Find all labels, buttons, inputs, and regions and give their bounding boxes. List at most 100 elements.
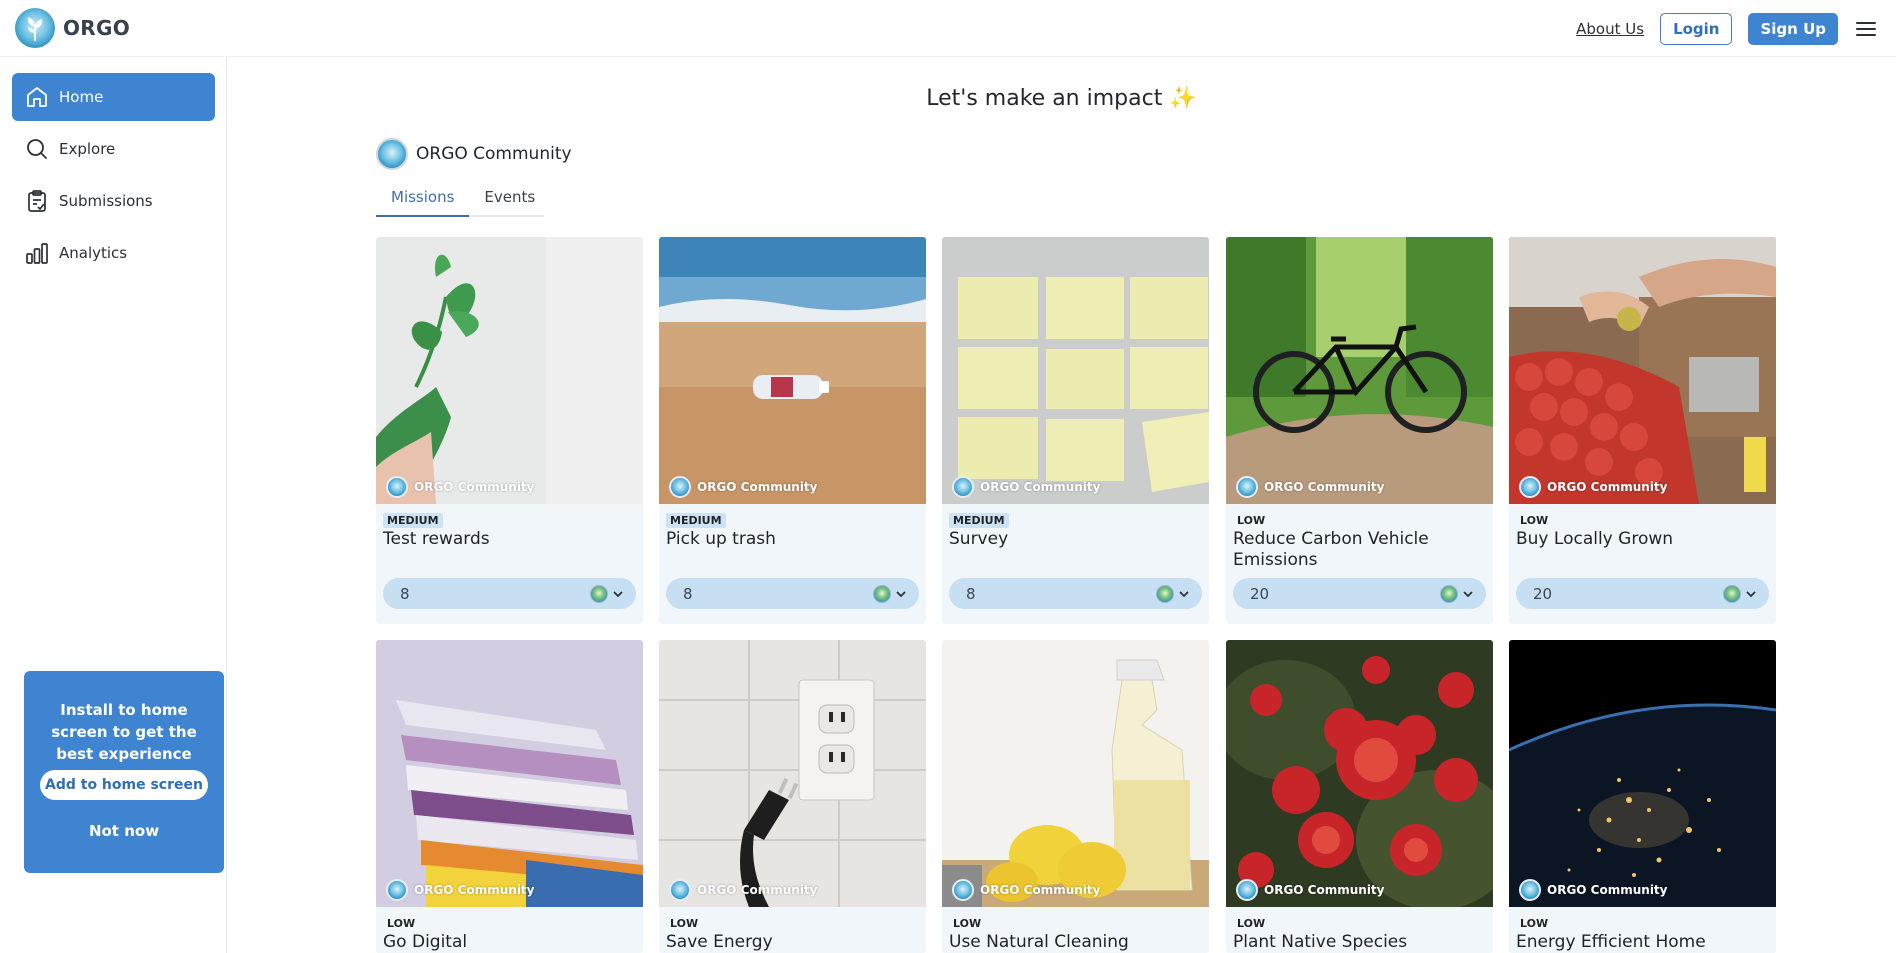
mission-image: ORGO Community: [659, 640, 926, 907]
mission-image: ORGO Community: [1509, 237, 1776, 504]
reward-dropdown[interactable]: 20: [1233, 578, 1486, 609]
mission-image: ORGO Community: [376, 640, 643, 907]
community-avatar: [1236, 476, 1258, 498]
reward-dropdown[interactable]: 8: [949, 578, 1202, 609]
mission-card[interactable]: ORGO Community LOW Reduce Carbon Vehicle…: [1226, 237, 1493, 624]
hamburger-menu-icon[interactable]: [1856, 20, 1876, 38]
mission-image: ORGO Community: [942, 640, 1209, 907]
mission-card[interactable]: ORGO Community LOW Go Digital: [376, 640, 643, 953]
mission-image: ORGO Community: [1226, 640, 1493, 907]
chevron-down-icon: [613, 590, 623, 597]
brand-name: ORGO: [63, 16, 131, 40]
reward-coin-icon: [1723, 584, 1741, 603]
reward-value: 8: [400, 584, 410, 603]
reward-coin-icon: [873, 584, 891, 603]
reward-value: 20: [1533, 584, 1553, 603]
home-icon: [27, 87, 47, 107]
community-avatar: [1519, 476, 1541, 498]
top-header: ORGO About Us Login Sign Up: [0, 0, 1896, 57]
brand[interactable]: ORGO: [15, 8, 130, 48]
mission-card[interactable]: ORGO Community LOW Energy Efficient Home: [1509, 640, 1776, 953]
install-prompt-card: Install to home screen to get the best e…: [24, 671, 224, 873]
sidebar-item-label: Home: [59, 88, 104, 106]
community-avatar: [376, 138, 408, 170]
difficulty-badge: MEDIUM: [666, 513, 726, 528]
sidebar-item-label: Submissions: [59, 192, 153, 210]
community-avatar: [1236, 879, 1258, 901]
install-prompt-text: Install to home screen to get the best e…: [51, 701, 197, 763]
mission-image: ORGO Community: [1509, 640, 1776, 907]
card-community-name: ORGO Community: [1264, 883, 1385, 897]
mission-title: Save Energy: [666, 932, 773, 952]
reward-dropdown[interactable]: 8: [666, 578, 919, 609]
card-community-name: ORGO Community: [414, 883, 535, 897]
community-avatar: [386, 879, 408, 901]
mission-card[interactable]: ORGO Community LOW Plant Native Species: [1226, 640, 1493, 953]
mission-title: Survey: [949, 529, 1009, 549]
reward-dropdown[interactable]: 20: [1516, 578, 1769, 609]
card-community-name: ORGO Community: [697, 480, 818, 494]
mission-image: ORGO Community: [942, 237, 1209, 504]
sidebar-item-analytics[interactable]: Analytics: [12, 229, 215, 277]
card-community-name: ORGO Community: [1264, 480, 1385, 494]
community-avatar: [1519, 879, 1541, 901]
orgo-logo-icon: [15, 8, 55, 48]
mission-card[interactable]: ORGO Community LOW Buy Locally Grown 20: [1509, 237, 1776, 624]
card-community-name: ORGO Community: [1547, 480, 1668, 494]
reward-value: 20: [1250, 584, 1270, 603]
tabs: Missions Events: [376, 188, 544, 217]
chevron-down-icon: [1463, 590, 1473, 597]
sidebar-item-explore[interactable]: Explore: [12, 125, 215, 173]
mission-card[interactable]: ORGO Community MEDIUM Test rewards 8: [376, 237, 643, 624]
bar-chart-icon: [26, 243, 48, 264]
difficulty-badge: MEDIUM: [383, 513, 443, 528]
chevron-down-icon: [896, 590, 906, 597]
tab-events[interactable]: Events: [469, 188, 550, 215]
mission-image: ORGO Community: [659, 237, 926, 504]
reward-coin-icon: [1156, 584, 1174, 603]
mission-title: Reduce Carbon Vehicle Emissions: [1233, 529, 1429, 570]
chevron-down-icon: [1746, 590, 1756, 597]
mission-title: Use Natural Cleaning Products: [949, 932, 1129, 952]
mission-card[interactable]: ORGO Community MEDIUM Survey 8: [942, 237, 1209, 624]
difficulty-badge: LOW: [1237, 514, 1266, 527]
tab-missions[interactable]: Missions: [376, 188, 470, 217]
mission-card[interactable]: ORGO Community MEDIUM Pick up trash 8: [659, 237, 926, 624]
community-header[interactable]: ORGO Community: [376, 138, 572, 170]
sidebar-item-label: Analytics: [59, 244, 128, 262]
not-now-button[interactable]: Not now: [24, 822, 224, 840]
sidebar-item-label: Explore: [59, 140, 116, 158]
reward-dropdown[interactable]: 8: [383, 578, 636, 609]
clipboard-icon: [28, 190, 46, 212]
community-avatar: [386, 476, 408, 498]
mission-title: Energy Efficient Home: [1516, 932, 1706, 952]
signup-button[interactable]: Sign Up: [1748, 13, 1838, 45]
community-avatar: [669, 476, 691, 498]
difficulty-badge: LOW: [1237, 917, 1266, 930]
difficulty-badge: MEDIUM: [949, 513, 1009, 528]
mission-image: ORGO Community: [376, 237, 643, 504]
about-us-link[interactable]: About Us: [1576, 20, 1644, 38]
mission-title: Test rewards: [383, 529, 490, 549]
difficulty-badge: LOW: [1520, 514, 1549, 527]
sidebar-item-submissions[interactable]: Submissions: [12, 177, 215, 225]
search-icon: [27, 139, 47, 159]
community-avatar: [669, 879, 691, 901]
card-community-name: ORGO Community: [980, 480, 1101, 494]
mission-title: Go Digital: [383, 932, 468, 952]
community-avatar: [952, 879, 974, 901]
add-to-home-screen-button[interactable]: Add to home screen: [40, 770, 208, 800]
mission-title: Buy Locally Grown: [1516, 529, 1674, 549]
page-title: Let's make an impact ✨: [926, 86, 1197, 111]
chevron-down-icon: [1179, 590, 1189, 597]
mission-card[interactable]: ORGO Community LOW Use Natural Cleaning …: [942, 640, 1209, 953]
mission-card[interactable]: ORGO Community LOW Save Energy: [659, 640, 926, 953]
login-button[interactable]: Login: [1660, 13, 1733, 45]
card-community-name: ORGO Community: [980, 883, 1101, 897]
reward-value: 8: [966, 584, 976, 603]
reward-coin-icon: [590, 584, 608, 603]
card-community-name: ORGO Community: [697, 883, 818, 897]
sidebar-item-home[interactable]: Home: [12, 73, 215, 121]
difficulty-badge: LOW: [953, 917, 982, 930]
mission-title: Pick up trash: [666, 529, 776, 549]
